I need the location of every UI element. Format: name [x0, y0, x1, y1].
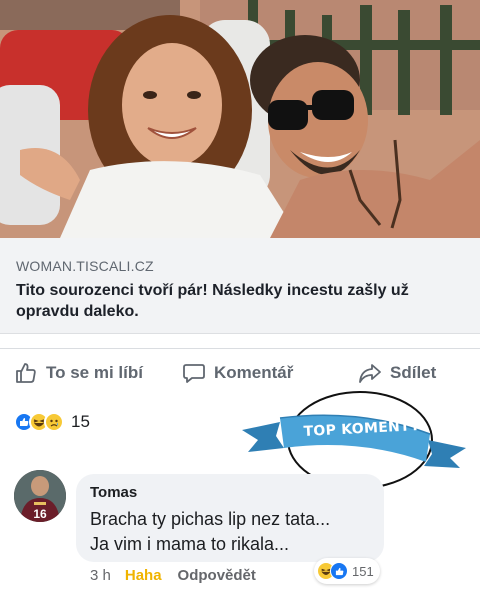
comment-button[interactable]: Komentář [182, 361, 293, 385]
like-icon [330, 562, 348, 580]
link-domain: WOMAN.TISCALI.CZ [16, 258, 154, 274]
share-button[interactable]: Sdílet [358, 361, 436, 385]
comment-text: Bracha ty pichas lip nez tata... Ja vim … [90, 507, 370, 557]
link-preview-image[interactable] [0, 0, 480, 238]
comment-line-1: Bracha ty pichas lip nez tata... [90, 509, 331, 529]
thumbs-up-icon [16, 363, 36, 383]
like-label: To se mi líbí [46, 363, 143, 382]
avatar[interactable]: 16 [14, 470, 66, 522]
like-button[interactable]: To se mi líbí [14, 361, 143, 385]
photo-illustration [0, 0, 480, 238]
comment-label: Komentář [214, 363, 294, 382]
comment-line-2: Ja vim i mama to rikala... [90, 534, 290, 554]
share-label: Sdílet [390, 363, 437, 382]
comment-meta: 3 h Haha Odpovědět [90, 567, 256, 584]
share-icon [359, 364, 381, 383]
reply-button[interactable]: Odpovědět [178, 567, 256, 584]
link-caption[interactable]: WOMAN.TISCALI.CZ Tito sourozenci tvoří p… [0, 238, 480, 334]
avatar-photo: 16 [14, 470, 66, 522]
comment-time[interactable]: 3 h [90, 567, 111, 584]
comment-bubble[interactable]: Tomas Bracha ty pichas lip nez tata... J… [76, 474, 384, 562]
reactions-count: 15 [71, 412, 90, 431]
comment-icon [183, 364, 205, 383]
comment-author[interactable]: Tomas [90, 484, 370, 501]
comment-reactions[interactable]: 151 [314, 558, 380, 584]
link-title[interactable]: Tito sourozenci tvoří pár! Následky ince… [16, 280, 456, 322]
reactions-summary[interactable]: 15 [14, 412, 90, 432]
comment-reaction-count: 151 [352, 563, 374, 579]
sad-icon [44, 412, 64, 432]
avatar-jersey-number: 16 [33, 507, 47, 521]
comment-haha-button[interactable]: Haha [125, 567, 162, 584]
